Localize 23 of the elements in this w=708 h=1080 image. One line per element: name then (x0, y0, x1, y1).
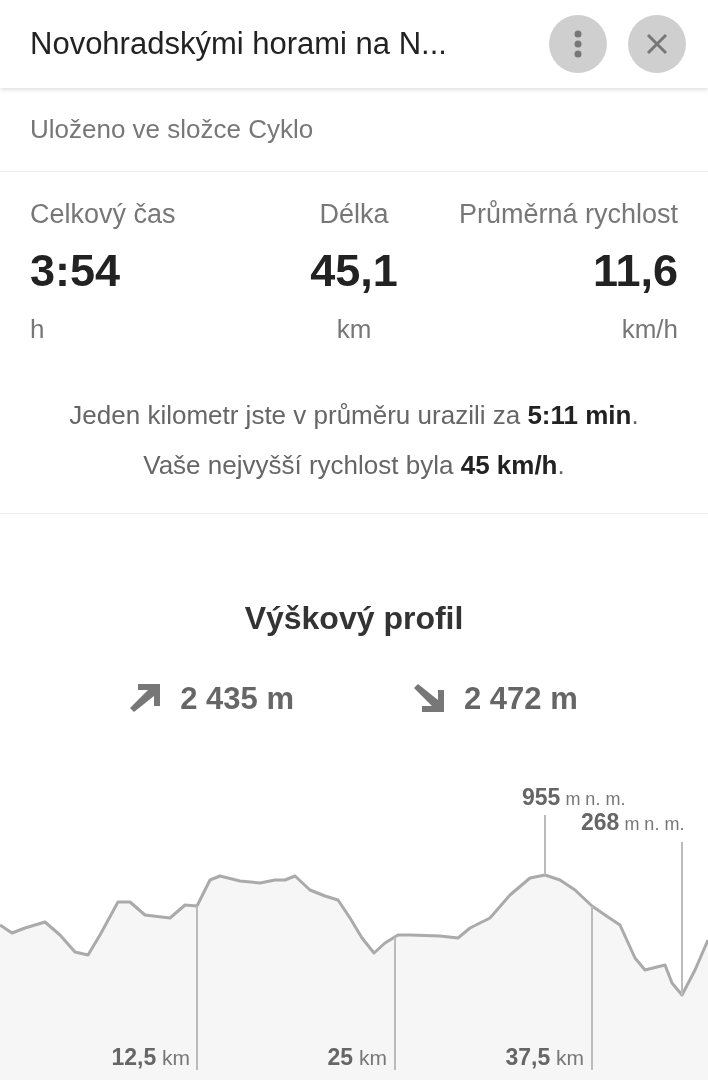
descent-value: 2 472 m (464, 680, 578, 718)
distance-label: 12,5 km (111, 1042, 190, 1072)
stat-value: 3:54 (30, 243, 121, 298)
stat-unit: h (30, 313, 45, 346)
stat-label: Průměrná rychlost (458, 198, 678, 231)
stat-label: Délka (319, 198, 389, 231)
arrow-up-right-icon (130, 684, 161, 715)
section-title: Výškový profil (244, 599, 464, 638)
stat-unit: km/h (621, 313, 678, 346)
summary-sentence: Vaše nejvyšší rychlost byla 45 km/h. (143, 449, 565, 482)
stat-unit: km (336, 313, 372, 346)
stat-value: 45,1 (310, 243, 398, 298)
more-icon (574, 30, 582, 58)
folder-text: Uloženo ve složce Cyklo (30, 113, 314, 146)
ascent-value: 2 435 m (180, 680, 294, 718)
window-title: Novohradskými horami na N... (30, 24, 448, 63)
distance-label: 37,5 km (505, 1042, 584, 1072)
stat-value: 11,6 (592, 243, 678, 298)
distance-label: 25 km (327, 1042, 387, 1072)
arrow-down-right-icon (414, 684, 444, 715)
summary-sentence: Jeden kilometr jste v průměru urazili za 5:11 min. (69, 399, 639, 432)
stat-label: Celkový čas (30, 198, 176, 231)
close-icon (646, 33, 668, 55)
